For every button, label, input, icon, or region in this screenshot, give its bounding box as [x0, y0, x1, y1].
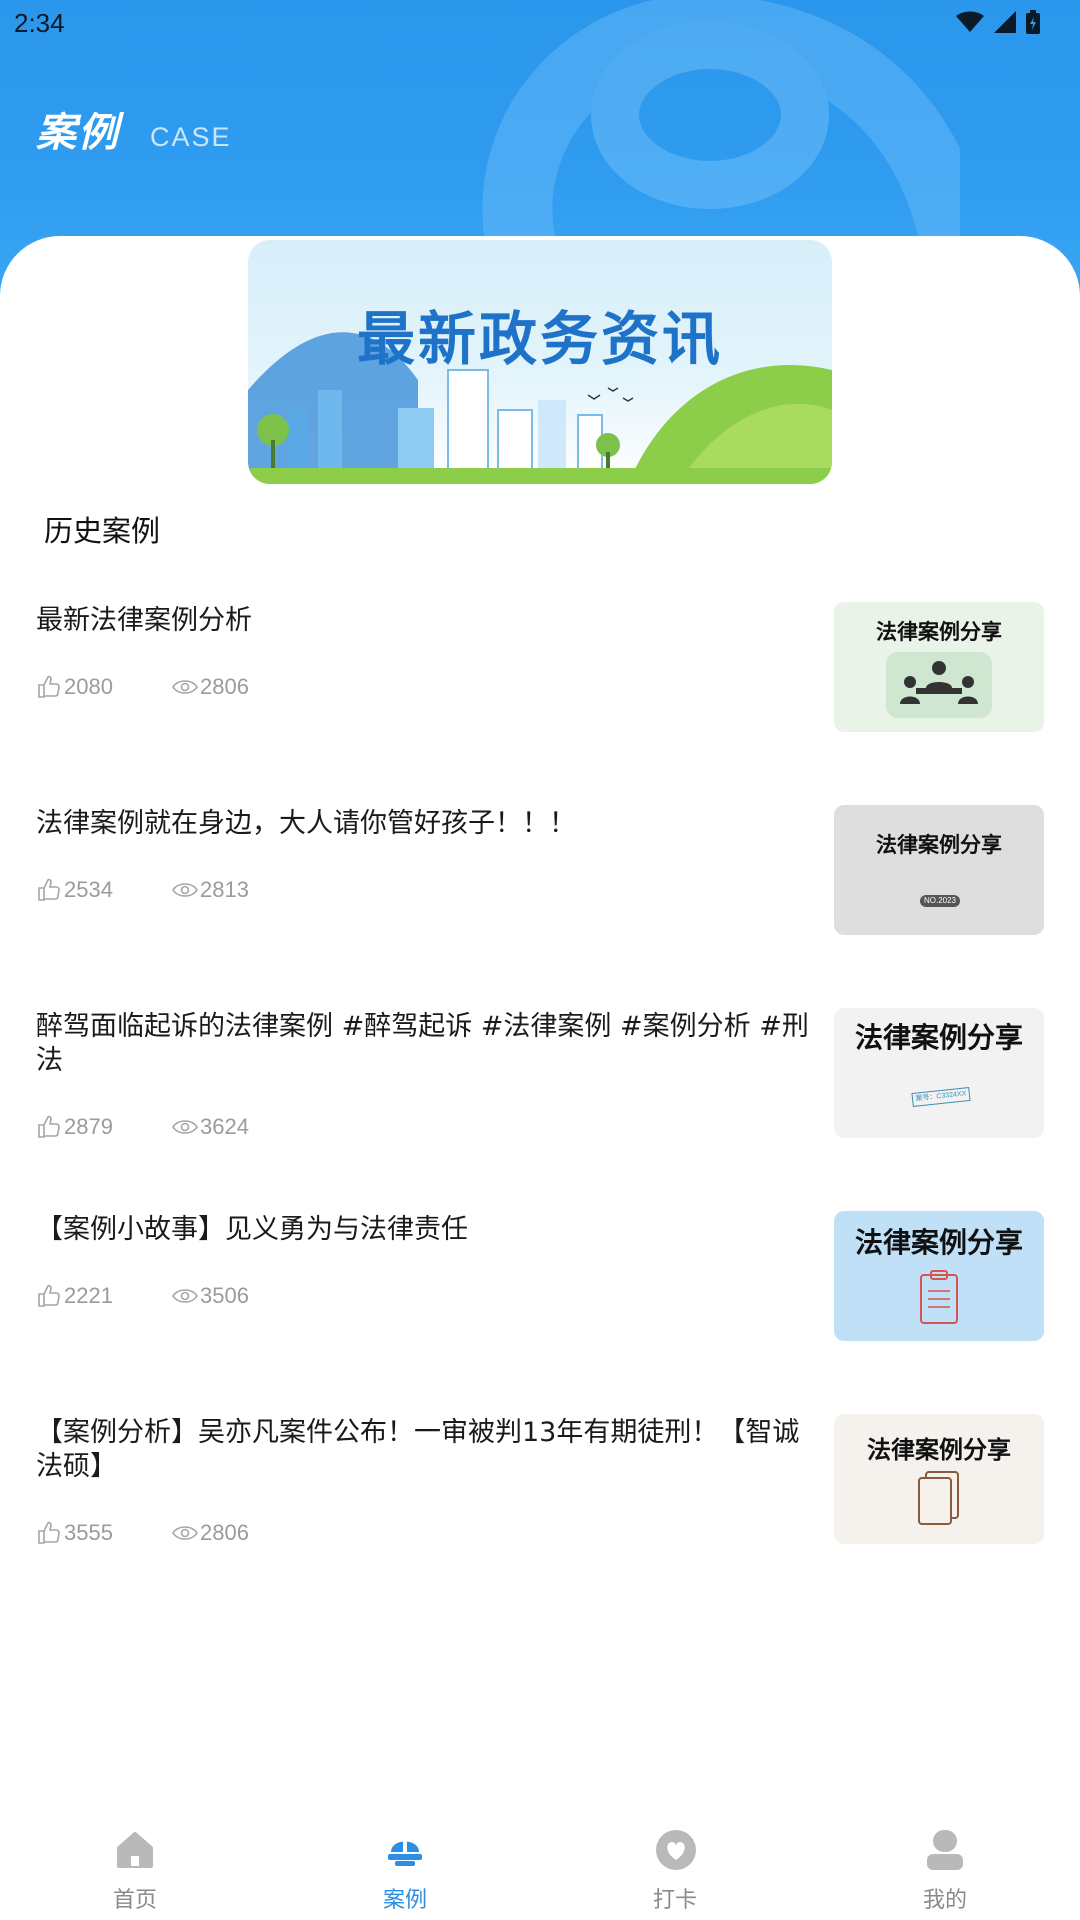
eye-icon [172, 883, 198, 897]
thumb-title: 法律案例分享 [854, 1021, 1023, 1054]
battery-icon [1026, 10, 1040, 34]
thumb-title: 法律案例分享 [854, 1226, 1023, 1259]
status-icons [956, 10, 1040, 34]
case-thumbnail[interactable]: 法律案例分享 NO.2023 [834, 805, 1044, 935]
nav-label: 首页 [112, 1888, 157, 1913]
document-icon [918, 1471, 959, 1525]
wifi-icon [956, 11, 984, 32]
bottom-nav: 首页 案例 打卡 我的 [0, 1810, 1080, 1920]
case-title: 法律案例就在身边，大人请你管好孩子！！！ [36, 808, 576, 839]
nav-item-home[interactable]: 首页 [0, 1810, 270, 1920]
like-stat[interactable]: 2879 [36, 1114, 172, 1140]
case-stats: 2879 3624 [36, 1114, 308, 1140]
case-stats: 3555 2806 [36, 1520, 308, 1546]
thumbs-up-icon [38, 878, 60, 901]
nav-label: 案例 [382, 1888, 427, 1913]
user-icon [927, 1830, 963, 1870]
view-count: 3506 [200, 1283, 249, 1308]
meeting-icon [886, 652, 992, 718]
case-thumbnail[interactable]: 法律案例分享 [834, 1414, 1044, 1544]
like-stat[interactable]: 2080 [36, 674, 172, 700]
news-banner[interactable]: 最新政务资讯 [248, 240, 832, 484]
view-count: 3624 [200, 1114, 249, 1139]
nav-item-cases[interactable]: 案例 [270, 1810, 540, 1920]
status-time: 2:34 [14, 8, 65, 38]
eye-icon [172, 1526, 198, 1540]
eye-icon [172, 1120, 198, 1134]
page-title-row: 案例 CASE [36, 100, 232, 158]
heart-icon [656, 1830, 696, 1870]
case-item[interactable]: 【案例小故事】见义勇为与法律责任 2221 3506 法律案例分享 [0, 1199, 1080, 1379]
view-count: 2806 [200, 674, 249, 699]
case-thumbnail[interactable]: 法律案例分享 案号：C3324XX [834, 1008, 1044, 1138]
view-stat: 3624 [172, 1114, 308, 1140]
view-stat: 2813 [172, 877, 308, 903]
thumbs-up-icon [38, 1115, 60, 1138]
nav-label: 我的 [922, 1888, 967, 1913]
case-thumbnail[interactable]: 法律案例分享 [834, 1211, 1044, 1341]
case-item[interactable]: 最新法律案例分析 2080 2806 法律案例分享 [0, 590, 1080, 770]
like-stat[interactable]: 3555 [36, 1520, 172, 1546]
view-stat: 3506 [172, 1283, 308, 1309]
eye-icon [172, 1289, 198, 1303]
status-bar: 2:34 [0, 0, 1080, 44]
thumb-stamp: 案号：C3324XX [911, 1087, 971, 1107]
case-thumbnail[interactable]: 法律案例分享 [834, 602, 1044, 732]
nav-item-profile[interactable]: 我的 [810, 1810, 1080, 1920]
like-count: 2221 [64, 1283, 113, 1308]
like-count: 3555 [64, 1520, 113, 1545]
thumb-title: 法律案例分享 [876, 833, 1002, 857]
thumbs-up-icon [38, 1284, 60, 1307]
nav-item-checkin[interactable]: 打卡 [540, 1810, 810, 1920]
nav-label: 打卡 [652, 1888, 697, 1913]
like-count: 2080 [64, 674, 113, 699]
eye-icon [172, 680, 198, 694]
thumbs-up-icon [38, 1521, 60, 1544]
thumb-title: 法律案例分享 [867, 1436, 1011, 1464]
thumb-badge: NO.2023 [920, 895, 960, 907]
case-item[interactable]: 法律案例就在身边，大人请你管好孩子！！！ 2534 2813 法律案例分享 NO… [0, 793, 1080, 973]
case-title: 最新法律案例分析 [36, 605, 252, 636]
case-item[interactable]: 【案例分析】吴亦凡案件公布！一审被判13年有期徒刑！【智诚法硕】 3555 28… [0, 1402, 1080, 1602]
view-count: 2813 [200, 877, 249, 902]
like-stat[interactable]: 2534 [36, 877, 172, 903]
scale-icon [388, 1840, 422, 1866]
like-count: 2534 [64, 877, 113, 902]
signal-icon [994, 11, 1016, 33]
thumbs-up-icon [38, 675, 60, 698]
view-stat: 2806 [172, 674, 308, 700]
case-title: 【案例小故事】见义勇为与法律责任 [36, 1214, 468, 1245]
page-subtitle: CASE [150, 122, 232, 152]
case-stats: 2534 2813 [36, 877, 308, 903]
page-title: 案例 [36, 110, 120, 156]
section-title: 历史案例 [44, 514, 161, 548]
case-stats: 2080 2806 [36, 674, 308, 700]
case-title: 醉驾面临起诉的法律案例 #醉驾起诉 #法律案例 #案例分析 #刑法 [36, 1011, 809, 1076]
view-count: 2806 [200, 1520, 249, 1545]
thumb-title: 法律案例分享 [876, 620, 1002, 644]
case-item[interactable]: 醉驾面临起诉的法律案例 #醉驾起诉 #法律案例 #案例分析 #刑法 2879 3… [0, 996, 1080, 1196]
like-stat[interactable]: 2221 [36, 1283, 172, 1309]
clipboard-icon [920, 1270, 958, 1324]
like-count: 2879 [64, 1114, 113, 1139]
view-stat: 2806 [172, 1520, 308, 1546]
home-icon [117, 1832, 153, 1868]
case-stats: 2221 3506 [36, 1283, 308, 1309]
banner-title: 最新政务资讯 [356, 305, 723, 373]
case-title: 【案例分析】吴亦凡案件公布！一审被判13年有期徒刑！【智诚法硕】 [36, 1417, 800, 1482]
